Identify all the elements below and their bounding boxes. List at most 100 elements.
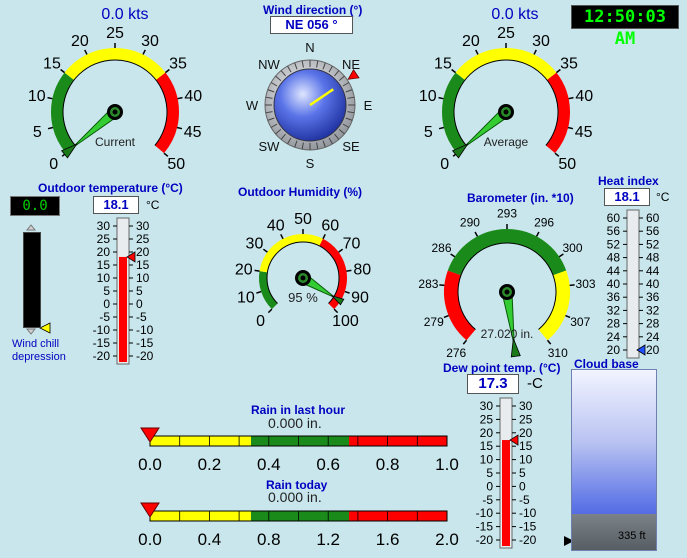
rain-today-segment-0 (150, 511, 251, 521)
heat-index-label-r-56: 56 (646, 224, 660, 238)
dew-point-label-r--15: -15 (519, 520, 537, 534)
dew-point-label-r-10: 10 (519, 453, 533, 467)
outdoor-temp-label-r--20: -20 (136, 349, 154, 363)
cloud-base-panel (571, 369, 657, 551)
rain-today-value: 0.000 in. (268, 489, 322, 505)
rain-today-tick-1.2: 1.2 (316, 530, 340, 549)
wind-average-tick-label-0: 0 (440, 156, 449, 173)
outdoor-temp-label-r-25: 25 (136, 232, 150, 246)
wind-average-tick-4 (475, 49, 479, 55)
wind-average-tick-label-20: 20 (462, 33, 480, 50)
humidity-tick-2 (254, 269, 260, 272)
barometer-band-0 (444, 270, 476, 341)
wind-average-tick-label-5: 5 (424, 124, 433, 141)
wind-current-tick-label-25: 25 (106, 25, 124, 42)
wind-chill-label-1: Wind chill (12, 338, 60, 350)
barometer-tick-label-300: 300 (562, 241, 582, 255)
outdoor-temp-value: 18.1 (93, 196, 139, 214)
barometer-marker (510, 338, 521, 358)
wind-average-tick-label-35: 35 (560, 56, 578, 73)
heat-index-label-l-44: 44 (607, 264, 621, 278)
humidity-tick-3 (262, 248, 268, 253)
rain-hour-value: 0.000 in. (268, 415, 322, 431)
dew-point-label-l-5: 5 (486, 466, 493, 480)
humidity-tick-label-70: 70 (343, 235, 361, 252)
dew-point-value: 17.3 (467, 374, 519, 394)
humidity-tick-0 (267, 308, 273, 314)
outdoor-temp-label-r--15: -15 (136, 336, 154, 350)
dew-point-label-l-0: 0 (486, 479, 493, 493)
barometer-tick-6 (535, 231, 540, 237)
dew-point-label-l-25: 25 (480, 412, 494, 426)
wind-current-tick-label-15: 15 (43, 56, 61, 73)
wind-average-band-2 (545, 72, 570, 154)
outdoor-temp-label-l--15: -15 (93, 336, 111, 350)
rain-today-segment-2 (348, 511, 447, 521)
heat-index-title: Heat index (598, 174, 659, 188)
rain-today-tick-0.8: 0.8 (257, 530, 281, 549)
wind-current-tick-label-50: 50 (167, 156, 185, 173)
dew-point-title: Dew point temp. (°C) (443, 361, 561, 375)
wind-chill-marker (39, 322, 51, 334)
heat-index-unit: °C (656, 190, 670, 204)
heat-index-label-r-60: 60 (646, 211, 660, 225)
wind-chill-arrow-down (25, 328, 37, 335)
wind-current-tick-3 (60, 68, 66, 74)
outdoor-temp-label-l-5: 5 (103, 284, 110, 298)
humidity-tick-label-90: 90 (351, 289, 369, 306)
wind-current-band-0 (51, 72, 76, 154)
wind-average-tick-label-30: 30 (532, 33, 550, 50)
barometer-hub-center (504, 289, 510, 295)
wind-average-tick-3 (451, 68, 457, 74)
clock-display: 12:50:03 AM (571, 5, 679, 49)
humidity-tick-label-50: 50 (294, 211, 312, 228)
rain-today-tick-0.4: 0.4 (198, 530, 222, 549)
wind-average-tick-label-50: 50 (558, 156, 576, 173)
dew-point-unit: -C (527, 375, 543, 392)
wind-average-label: Average (484, 135, 529, 149)
wind-current-tick-label-20: 20 (71, 33, 89, 50)
heat-index-label-r-52: 52 (646, 237, 660, 251)
dew-point-label-l-10: 10 (480, 453, 494, 467)
wind-average-tick-8 (568, 96, 574, 100)
wind-current-tick-label-30: 30 (141, 33, 159, 50)
barometer-tick-10 (546, 339, 552, 345)
clock-text: 12:50:03 AM (584, 7, 666, 49)
compass-point-NW: NW (258, 57, 280, 72)
heat-index-label-r-48: 48 (646, 251, 660, 265)
wind-average-tick-1 (438, 126, 445, 130)
heat-index-label-l-24: 24 (607, 330, 621, 344)
barometer-tick-label-290: 290 (460, 216, 480, 230)
wind-current-tick-label-10: 10 (28, 88, 46, 105)
dew-point-label-r-15: 15 (519, 439, 533, 453)
outdoor-temp-label-r-15: 15 (136, 258, 150, 272)
wind-current-tick-label-45: 45 (184, 124, 202, 141)
outdoor-temp-label-r-30: 30 (136, 219, 150, 233)
barometer-tick-label-286: 286 (431, 241, 451, 255)
heat-index-label-l-20: 20 (607, 343, 621, 357)
rain-hour-segment-0 (150, 436, 251, 446)
outdoor-temp-fill (119, 256, 127, 362)
wind-average-band-1 (455, 48, 557, 81)
dew-point-label-r-25: 25 (519, 412, 533, 426)
rain-hour-tick-0.8: 0.8 (376, 455, 400, 474)
outdoor-temp-label-r-20: 20 (136, 245, 150, 259)
wind-current-tick-label-0: 0 (49, 156, 58, 173)
dew-point-label-r--20: -20 (519, 533, 537, 547)
heat-index-tube (626, 209, 640, 359)
rain-hour-tick-0.4: 0.4 (257, 455, 281, 474)
outdoor-temp-label-r-10: 10 (136, 271, 150, 285)
humidity-tick-6 (322, 234, 326, 240)
cloud-base-value: 335 ft (618, 530, 646, 542)
wind-chill-label-2: depression (12, 351, 66, 363)
outdoor-temp-label-l--20: -20 (93, 349, 111, 363)
dew-point-label-l-30: 30 (480, 399, 494, 413)
compass-point-S: S (306, 156, 315, 171)
outdoor-temp-label-l-15: 15 (97, 258, 111, 272)
wind-current-band-1 (64, 48, 166, 81)
compass-point-N: N (305, 40, 314, 55)
outdoor-temp-unit: °C (146, 198, 160, 212)
dew-point-label-l--10: -10 (476, 506, 494, 520)
rain-today-tick-1.6: 1.6 (376, 530, 400, 549)
barometer-tick-label-310: 310 (548, 346, 568, 360)
